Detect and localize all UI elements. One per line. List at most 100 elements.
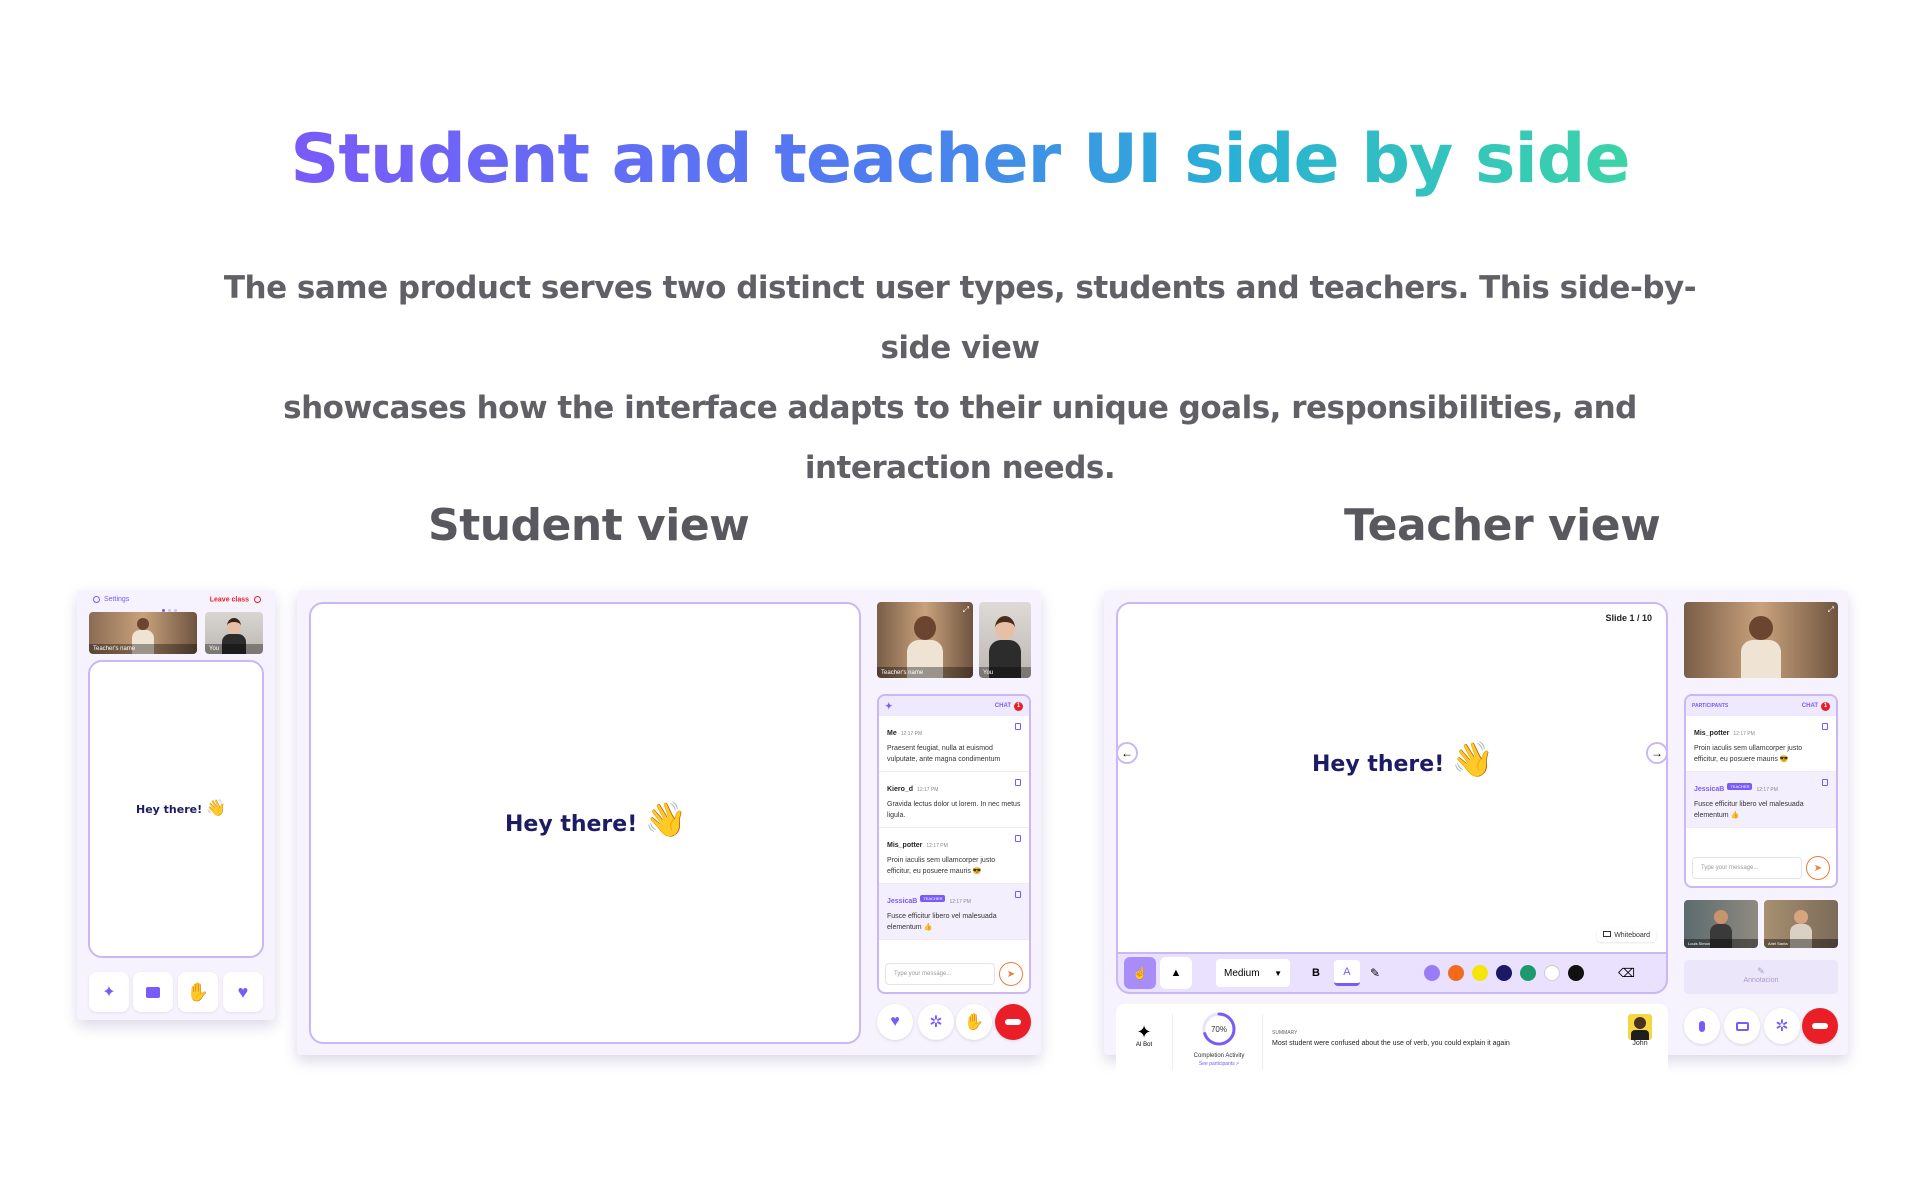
ai-bot-label: AI Bot — [1135, 1042, 1153, 1048]
stroke-size-value: Medium — [1224, 967, 1260, 979]
self-video[interactable]: You — [979, 602, 1031, 678]
chat-button[interactable] — [133, 972, 173, 1012]
color-swatch-orange[interactable] — [1448, 965, 1465, 981]
whiteboard-toggle[interactable]: Whiteboard — [1597, 928, 1656, 942]
expand-icon[interactable]: ⤢ — [1828, 605, 1834, 615]
end-call-button[interactable] — [1802, 1008, 1838, 1044]
shapes-icon: ▲ — [1170, 967, 1182, 979]
camera-button[interactable] — [1724, 1008, 1760, 1044]
raise-hand-button[interactable]: ✋ — [178, 972, 218, 1012]
teacher-video[interactable]: ⤢ Teacher's name — [877, 602, 973, 678]
chat-input-row: Type your message... ➤ — [1692, 856, 1830, 880]
teacher-video[interactable]: Teacher's name — [89, 612, 197, 654]
ai-bot-button[interactable]: ✦ AI Bot — [1126, 1022, 1162, 1048]
greeting-text: Hey there! 👋 — [136, 798, 226, 817]
trash-icon[interactable] — [1015, 723, 1021, 730]
trash-icon[interactable] — [1822, 779, 1828, 786]
teacher-figure — [1741, 616, 1781, 678]
expand-icon[interactable]: ⤢ — [963, 605, 969, 615]
text-color-button[interactable]: A — [1333, 960, 1360, 986]
sparkle-icon[interactable]: ✦ — [885, 701, 893, 712]
prev-slide-button[interactable]: ← — [1116, 742, 1138, 764]
eraser-tool[interactable]: ⌫ — [1618, 966, 1635, 980]
settings-button[interactable]: ✲ — [918, 1004, 954, 1040]
tab-participants[interactable]: PARTICIPANTS — [1692, 703, 1728, 709]
pen-icon: ✎ — [1369, 966, 1381, 980]
annotation-label: Annotacion — [1743, 977, 1779, 984]
color-swatch-yellow[interactable] — [1472, 965, 1489, 981]
chat-tabs: ✦ CHAT 1 — [879, 696, 1029, 716]
chat-input[interactable]: Type your message... — [885, 963, 995, 985]
send-button[interactable]: ➤ — [999, 962, 1023, 986]
student-desktop-panel: Hey there! 👋 ⤢ Teacher's name You ✦ CHAT… — [297, 590, 1041, 1055]
color-swatch-purple[interactable] — [1424, 965, 1441, 981]
message-author: Kiero_d — [887, 786, 914, 793]
video-camera-icon — [1735, 1021, 1749, 1031]
like-button[interactable]: ♥ — [877, 1004, 913, 1040]
summary-label: SUMMARY — [1272, 1030, 1298, 1036]
student-card[interactable]: John — [1626, 1014, 1654, 1047]
like-button[interactable]: ♥ — [223, 972, 263, 1012]
teacher-name-label: Teacher's name — [881, 670, 924, 676]
message-author: JessicaB — [1694, 786, 1725, 793]
message-time: 12:17 PM — [1733, 731, 1755, 737]
arrow-left-icon: ← — [1121, 746, 1133, 760]
shapes-tool[interactable]: ▲ — [1160, 957, 1192, 989]
mic-button[interactable] — [1684, 1008, 1720, 1044]
trash-icon[interactable] — [1822, 723, 1828, 730]
completion-label: Completion Activity — [1193, 1053, 1245, 1059]
student-thumb-label: Ariel Santa — [1768, 941, 1788, 946]
tab-chat[interactable]: CHAT 1 — [1802, 701, 1830, 711]
annotation-button[interactable]: ✎ Annotacion — [1684, 960, 1838, 994]
teacher-tag: TEACHER — [920, 895, 946, 903]
see-participants-link[interactable]: See participants > — [1182, 1061, 1256, 1067]
message-author: Mis_potter — [1694, 730, 1730, 737]
avatar — [1628, 1014, 1652, 1040]
leave-class-button[interactable]: Leave class — [210, 596, 261, 603]
send-button[interactable]: ➤ — [1806, 856, 1830, 880]
color-swatch-black[interactable] — [1568, 965, 1585, 981]
next-slide-button[interactable]: → — [1646, 742, 1668, 764]
stroke-size-select[interactable]: Medium ▼ — [1216, 959, 1290, 987]
tab-chat[interactable]: CHAT 1 — [995, 701, 1023, 711]
hero-subtitle-line-2: showcases how the interface adapts to th… — [283, 390, 1637, 486]
insights-bar: ✦ AI Bot 70% Completion Activity See par… — [1116, 1004, 1668, 1080]
close-icon — [254, 596, 261, 603]
completion-widget: 70% Completion Activity See participants… — [1182, 1010, 1256, 1067]
self-label: You — [983, 670, 994, 676]
settings-button[interactable]: ✲ — [1764, 1008, 1800, 1044]
message-time: 12:17 PM — [926, 843, 948, 849]
self-video[interactable]: You — [205, 612, 263, 654]
settings-link[interactable]: Settings — [93, 596, 129, 603]
pointer-tool[interactable]: ☝ — [1124, 957, 1156, 989]
teacher-whiteboard[interactable]: Slide 1 / 10 Hey there! 👋 ← → Whiteboard — [1116, 602, 1668, 952]
chat-panel: ✦ CHAT 1 Me 12:17 PM Praesent feugiat, nul… — [877, 694, 1031, 994]
student-thumb[interactable]: Louis Simon — [1684, 900, 1758, 948]
student-thumb[interactable]: Ariel Santa — [1764, 900, 1838, 948]
raise-hand-button[interactable]: ✋ — [956, 1004, 992, 1040]
pen-tool[interactable]: ✎ — [1370, 966, 1380, 980]
message-time: 12:17 PM — [949, 899, 971, 905]
chat-icon — [146, 986, 160, 998]
trash-icon[interactable] — [1015, 835, 1021, 842]
color-swatch-white[interactable] — [1544, 965, 1561, 981]
message-author: Me — [887, 730, 897, 737]
teacher-video[interactable]: ⤢ — [1684, 602, 1838, 678]
mobile-whiteboard[interactable]: Hey there! 👋 — [88, 660, 264, 958]
bold-button[interactable]: B — [1312, 967, 1320, 979]
summary-text: Most student were confused about the use… — [1272, 1040, 1510, 1047]
gear-icon: ✲ — [1775, 1018, 1789, 1035]
message-author: Mis_potter — [887, 842, 923, 849]
color-swatch-navy[interactable] — [1496, 965, 1513, 981]
chat-badge: 1 — [1821, 701, 1830, 711]
ai-sparkle-button[interactable]: ✦ — [89, 972, 129, 1012]
color-swatch-green[interactable] — [1520, 965, 1537, 981]
trash-icon[interactable] — [1015, 891, 1021, 898]
trash-icon[interactable] — [1015, 779, 1021, 786]
chat-input[interactable]: Type your message... — [1692, 857, 1802, 879]
phone-hangup-icon — [1812, 1023, 1828, 1029]
end-call-button[interactable] — [995, 1004, 1031, 1040]
student-whiteboard[interactable]: Hey there! 👋 — [309, 602, 861, 1044]
teacher-name-label: Teacher's name — [93, 646, 136, 652]
text-color-label: A — [1343, 965, 1351, 978]
